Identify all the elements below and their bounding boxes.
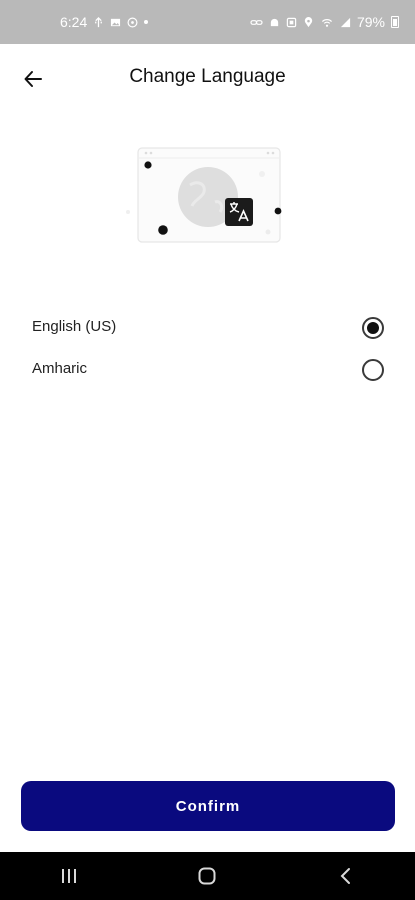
page-title: Change Language: [129, 66, 286, 87]
wifi-icon: [321, 18, 332, 27]
back-icon: [340, 868, 350, 884]
dot-icon: [144, 20, 149, 24]
alarm-icon: [270, 18, 279, 26]
language-label: English (US): [32, 318, 117, 335]
home-icon: [198, 867, 216, 885]
radio-button-selected[interactable]: [362, 317, 384, 339]
system-nav-bar: [0, 852, 415, 900]
language-illustration: [120, 140, 295, 250]
link-icon: [250, 19, 263, 25]
confirm-button[interactable]: Confirm: [21, 781, 395, 831]
status-bar: 6:24 79%: [0, 0, 415, 44]
recent-apps-button[interactable]: [39, 852, 99, 900]
signal-icon: [340, 17, 351, 27]
language-label: Amharic: [32, 360, 88, 377]
status-bar-right: 79%: [250, 14, 399, 30]
language-option-english[interactable]: English (US): [0, 307, 415, 349]
status-bar-left: 6:24: [60, 14, 149, 30]
system-back-button[interactable]: [316, 852, 376, 900]
translate-icon: [225, 198, 253, 226]
home-button[interactable]: [177, 852, 237, 900]
status-time: 6:24: [60, 14, 88, 30]
radio-button[interactable]: [362, 359, 384, 381]
image-icon: [111, 18, 121, 26]
app-header: Change Language: [0, 50, 415, 106]
nfc-icon: [286, 17, 297, 27]
confirm-label: Confirm: [175, 797, 241, 815]
battery-icon: [391, 16, 399, 28]
clock-icon: [127, 17, 138, 27]
location-icon: [304, 16, 313, 27]
usb-icon: [95, 16, 103, 27]
language-option-amharic[interactable]: Amharic: [0, 349, 415, 391]
battery-percent: 79%: [356, 14, 385, 30]
recent-apps-icon: [62, 869, 77, 883]
globe-translate-illustration: [126, 147, 282, 243]
